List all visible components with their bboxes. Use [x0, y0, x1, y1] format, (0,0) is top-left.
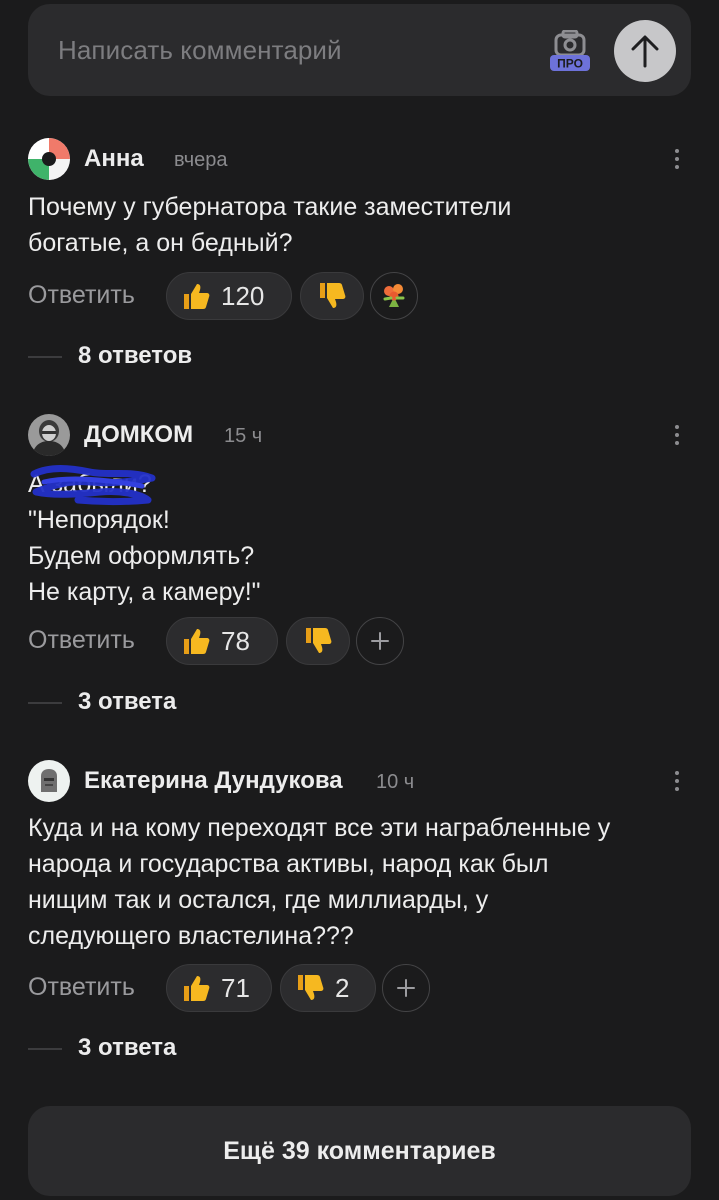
- like-button[interactable]: 78: [166, 617, 278, 665]
- comment-actions: Ответить 71 2: [28, 964, 688, 1014]
- dislike-button[interactable]: 2: [280, 964, 376, 1012]
- comment-author[interactable]: ДОМКОМ: [84, 421, 193, 449]
- dislike-button[interactable]: [300, 272, 364, 320]
- like-count: 120: [221, 280, 265, 311]
- like-count: 71: [221, 972, 250, 1003]
- bouquet-icon: [383, 284, 405, 307]
- thumbs-up-icon: [184, 284, 210, 309]
- avatar[interactable]: [28, 414, 70, 456]
- more-options-icon[interactable]: [666, 143, 688, 175]
- plus-icon: [371, 632, 389, 650]
- comment-header: Анна вчера: [28, 138, 688, 180]
- comment-text: Куда и на кому переходят все эти награбл…: [28, 814, 611, 950]
- dislike-button[interactable]: [286, 617, 350, 665]
- add-reaction-button[interactable]: [382, 964, 430, 1012]
- comment-time: 15 ч: [224, 425, 263, 447]
- comment-input-placeholder[interactable]: Написать комментарий: [58, 35, 342, 66]
- bouquet-reaction-button[interactable]: [370, 272, 418, 320]
- thumbs-down-icon: [298, 975, 324, 1000]
- more-options-icon[interactable]: [666, 419, 688, 451]
- comment-time: вчера: [174, 149, 228, 171]
- pro-badge-label: ПРО: [557, 57, 583, 71]
- thumbs-down-icon: [320, 283, 346, 308]
- like-button[interactable]: 71: [166, 964, 272, 1012]
- thumbs-down-icon: [306, 628, 332, 653]
- load-more-comments-button[interactable]: Ещё 39 комментариев: [28, 1106, 691, 1196]
- reply-button[interactable]: Ответить: [28, 626, 135, 655]
- reply-button[interactable]: Ответить: [28, 281, 135, 310]
- replies-count[interactable]: 3 ответа: [78, 688, 176, 716]
- redaction-scribble: [30, 465, 156, 505]
- comment-text: Почему у губернатора такие заместители б…: [28, 193, 512, 257]
- comment-actions: Ответить 78: [28, 617, 688, 667]
- thumbs-up-icon: [184, 629, 210, 654]
- thumbs-up-icon: [184, 976, 210, 1001]
- replies-count[interactable]: 3 ответа: [78, 1034, 176, 1062]
- add-reaction-button[interactable]: [356, 617, 404, 665]
- comment-actions: Ответить 120: [28, 272, 688, 322]
- comment-text: А забыли? "Непорядок! Будем оформлять? Н…: [28, 465, 688, 610]
- plus-icon: [397, 979, 415, 997]
- avatar[interactable]: [28, 138, 70, 180]
- like-count: 78: [221, 625, 250, 656]
- comments-screen: Написать комментарий ПРО Анна вчера Поче…: [0, 0, 719, 1200]
- arrow-up-icon: [631, 35, 659, 68]
- more-options-icon[interactable]: [666, 765, 688, 797]
- reply-button[interactable]: Ответить: [28, 973, 135, 1002]
- comment-header: ДОМКОМ 15 ч: [28, 414, 688, 456]
- like-button[interactable]: 120: [166, 272, 292, 320]
- comment-author[interactable]: Анна: [84, 145, 144, 173]
- comment-composer[interactable]: Написать комментарий ПРО: [28, 4, 691, 96]
- pro-camera-icon[interactable]: ПРО: [548, 30, 592, 72]
- dislike-count: 2: [335, 972, 350, 1003]
- send-button[interactable]: [614, 20, 676, 82]
- comment-author[interactable]: Екатерина Дундукова: [84, 767, 343, 795]
- replies-count[interactable]: 8 ответов: [78, 342, 192, 370]
- comment-header: Екатерина Дундукова 10 ч: [28, 760, 688, 802]
- comment-time: 10 ч: [376, 771, 415, 793]
- avatar[interactable]: [28, 760, 70, 802]
